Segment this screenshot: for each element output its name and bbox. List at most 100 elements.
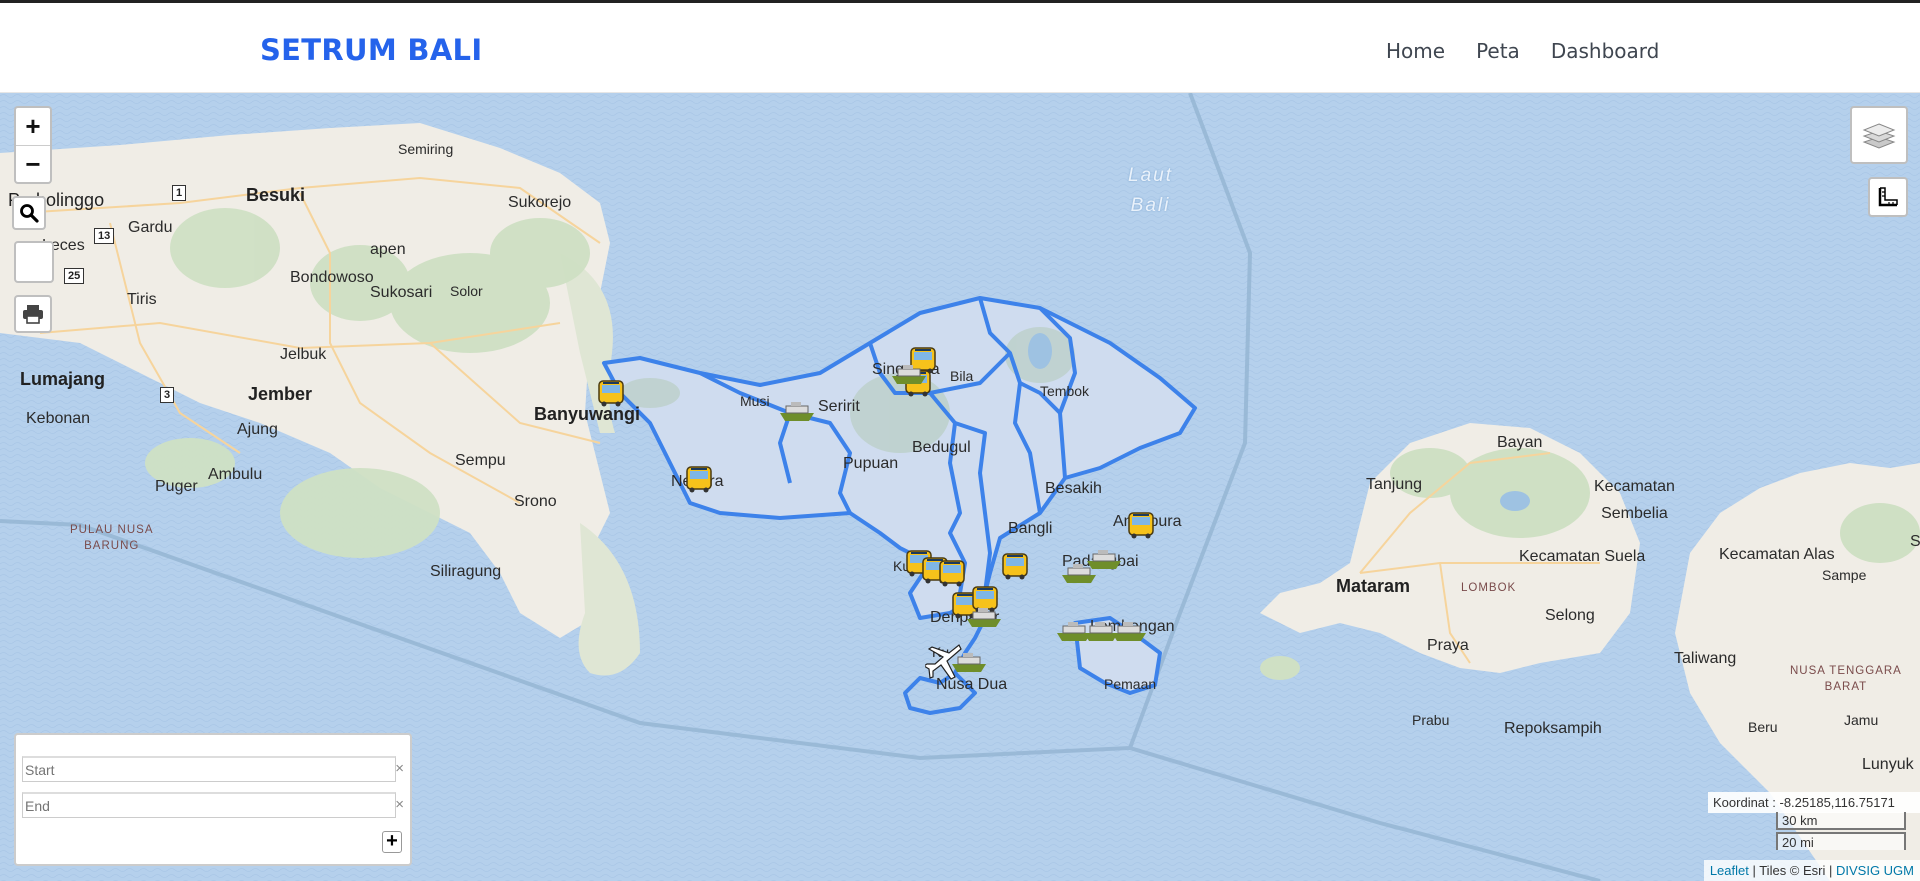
place-label: Repoksampih <box>1504 720 1602 737</box>
place-label: Sukosari <box>370 284 433 301</box>
print-button[interactable] <box>14 295 52 333</box>
nav-peta[interactable]: Peta <box>1476 39 1520 63</box>
place-label: Musi <box>740 393 770 409</box>
ferry-port-icon[interactable] <box>778 395 816 425</box>
bus-terminal-icon[interactable] <box>596 378 626 408</box>
place-label: Taliwang <box>1674 650 1737 667</box>
start-clear-button[interactable]: × <box>395 760 404 777</box>
place-label: Tiris <box>127 291 157 308</box>
place-label: Praya <box>1427 637 1469 654</box>
sea-label: Laut Bali <box>1128 161 1173 221</box>
sea-label-line: Bali <box>1130 195 1171 216</box>
layers-control-button[interactable] <box>1850 106 1908 164</box>
coordinate-readout: Koordinat : -8.25185,116.75171 <box>1708 792 1920 813</box>
place-label: Sampe <box>1822 567 1867 583</box>
place-label: Solor <box>450 283 483 299</box>
sea-label-line: Laut <box>1128 165 1173 186</box>
place-label-line: Kecamatan <box>1594 478 1675 495</box>
map-container[interactable]: Probolinggo Besuki Semiring Sukorejo Gar… <box>0 93 1920 881</box>
measure-button[interactable] <box>1868 177 1908 217</box>
ferry-port-icon[interactable] <box>1110 615 1148 645</box>
place-label: Srono <box>514 493 557 510</box>
end-input[interactable] <box>22 792 396 818</box>
place-label: Besakih <box>1045 480 1102 497</box>
place-label: Sukorejo <box>508 194 572 211</box>
place-label: Kecamatan Suela <box>1519 548 1646 565</box>
place-label: Jember <box>248 384 313 404</box>
place-label: Bila <box>950 368 974 384</box>
region-label-line: BARUNG <box>84 540 140 552</box>
place-label: Kecamatan Alas <box>1719 546 1835 563</box>
ferry-port-icon[interactable] <box>1085 543 1123 573</box>
region-label-line: BARAT <box>1824 681 1868 693</box>
zoom-in-button[interactable]: + <box>16 108 50 145</box>
place-label: Beru <box>1748 719 1778 735</box>
routing-panel: × × + <box>14 733 412 866</box>
place-label: Besuki <box>246 185 306 205</box>
region-label-line: PULAU NUSA <box>70 524 154 536</box>
place-label: Ambulu <box>208 466 263 483</box>
tiles-credit: | Tiles © Esri | <box>1748 863 1836 878</box>
place-label: Puger <box>155 478 198 495</box>
scale-bar-mi: 20 mi <box>1776 832 1906 850</box>
place-label: Jelbuk <box>280 346 327 363</box>
place-label: Pupuan <box>843 455 899 472</box>
measure-icon <box>1878 187 1898 207</box>
place-label: Kecamatan Sembelia <box>1594 473 1675 527</box>
nav-links: Home Peta Dashboard <box>1386 39 1659 63</box>
place-label: Kebonan <box>26 410 91 427</box>
place-label: Seririt <box>818 398 860 415</box>
place-label: Bondowoso <box>290 269 374 286</box>
region-label: LOMBOK <box>1461 582 1517 594</box>
zoom-out-button[interactable]: − <box>16 145 50 183</box>
place-label: apen <box>370 241 406 258</box>
bus-terminal-icon[interactable] <box>684 464 714 494</box>
place-label: Mataram <box>1336 576 1411 596</box>
layers-icon <box>1862 123 1896 149</box>
place-label: Semiring <box>398 141 454 157</box>
search-button[interactable] <box>12 196 46 230</box>
navbar: SETRUM BALI Home Peta Dashboard <box>0 3 1920 93</box>
ferry-port-icon[interactable] <box>965 601 1003 631</box>
place-label: Bedugul <box>912 439 971 456</box>
nav-dashboard[interactable]: Dashboard <box>1551 39 1660 63</box>
region-label-line: NUSA TENGGARA <box>1790 665 1902 677</box>
end-clear-button[interactable]: × <box>395 796 404 813</box>
bus-terminal-icon[interactable] <box>1000 551 1030 581</box>
region-label: PULAU NUSA BARUNG <box>70 522 154 554</box>
divsig-link[interactable]: DIVSIG UGM <box>1836 863 1914 878</box>
place-label: Prabu <box>1412 712 1450 728</box>
bus-terminal-icon[interactable] <box>937 558 967 588</box>
add-waypoint-button[interactable]: + <box>382 831 402 853</box>
place-label: Tanjung <box>1366 476 1423 493</box>
place-label-line: Sembelia <box>1601 505 1668 522</box>
start-input[interactable] <box>22 756 396 782</box>
bus-terminal-icon[interactable] <box>1126 510 1156 540</box>
place-label: Selong <box>1545 607 1595 624</box>
place-label: Sempu <box>455 452 506 469</box>
place-label: Siliragung <box>430 563 502 580</box>
place-label: Jamu <box>1844 712 1879 728</box>
place-label: Gardu <box>128 219 173 236</box>
place-label: Bangli <box>1008 520 1053 537</box>
print-icon <box>23 305 43 324</box>
route-shield: 3 <box>160 387 175 403</box>
airport-plane-icon[interactable] <box>925 643 965 683</box>
map-attribution: Leaflet | Tiles © Esri | DIVSIG UGM <box>1703 860 1920 881</box>
zoom-control: + − <box>14 106 52 184</box>
brand-logo[interactable]: SETRUM BALI <box>260 33 482 67</box>
place-label: Tembok <box>1040 383 1090 399</box>
place-label: Lunyuk <box>1862 756 1914 773</box>
scale-bar-km: 30 km <box>1776 812 1906 830</box>
place-label: Ajung <box>237 421 278 438</box>
region-label: NUSA TENGGARA BARAT <box>1790 663 1902 695</box>
search-icon <box>20 204 39 223</box>
route-shield: 13 <box>94 228 115 244</box>
ferry-port-icon[interactable] <box>890 358 928 388</box>
nav-home[interactable]: Home <box>1386 39 1445 63</box>
route-shield: 1 <box>172 185 187 201</box>
draw-control-button[interactable] <box>14 241 54 283</box>
leaflet-link[interactable]: Leaflet <box>1710 863 1749 878</box>
place-label: Pemaan <box>1104 676 1157 692</box>
place-label: S <box>1910 533 1920 550</box>
